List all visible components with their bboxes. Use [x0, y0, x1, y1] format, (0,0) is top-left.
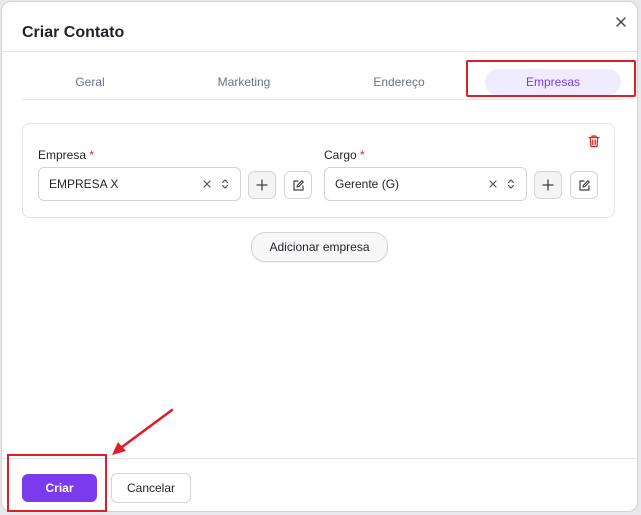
- header-divider: [2, 51, 637, 52]
- cargo-select[interactable]: Gerente (G): [324, 167, 527, 201]
- tab-marketing[interactable]: Marketing: [176, 69, 312, 95]
- dialog-title: Criar Contato: [22, 24, 125, 41]
- cargo-label: Cargo *: [324, 148, 365, 162]
- clear-empresa-button[interactable]: [200, 177, 214, 191]
- add-empresa-button[interactable]: [248, 171, 276, 199]
- delete-company-button[interactable]: [587, 134, 603, 150]
- close-icon: [489, 180, 497, 188]
- edit-icon: [578, 179, 590, 191]
- plus-icon: [256, 179, 268, 191]
- annotation-highlight-tab: [466, 60, 636, 97]
- cancel-button[interactable]: Cancelar: [111, 473, 191, 503]
- plus-icon: [542, 179, 554, 191]
- edit-empresa-button[interactable]: [284, 171, 312, 199]
- close-button[interactable]: [612, 13, 630, 31]
- clear-cargo-button[interactable]: [486, 177, 500, 191]
- chevron-updown-icon: [504, 177, 518, 191]
- trash-icon: [588, 135, 600, 148]
- tab-geral[interactable]: Geral: [22, 69, 158, 95]
- empresa-value: EMPRESA X: [49, 177, 119, 191]
- empresa-select[interactable]: EMPRESA X: [38, 167, 241, 201]
- edit-cargo-button[interactable]: [570, 171, 598, 199]
- cargo-value: Gerente (G): [335, 177, 400, 191]
- required-mark: *: [89, 148, 95, 162]
- close-icon: [616, 17, 626, 27]
- add-company-button[interactable]: Adicionar empresa: [251, 232, 388, 262]
- annotation-arrow: [112, 408, 174, 455]
- empresa-label: Empresa *: [38, 148, 95, 162]
- chevron-updown-icon: [218, 177, 232, 191]
- required-mark: *: [360, 148, 365, 162]
- close-icon: [203, 180, 211, 188]
- edit-icon: [292, 179, 304, 191]
- annotation-highlight-button: [7, 454, 107, 512]
- add-cargo-button[interactable]: [534, 171, 562, 199]
- tab-endereco[interactable]: Endereço: [331, 69, 467, 95]
